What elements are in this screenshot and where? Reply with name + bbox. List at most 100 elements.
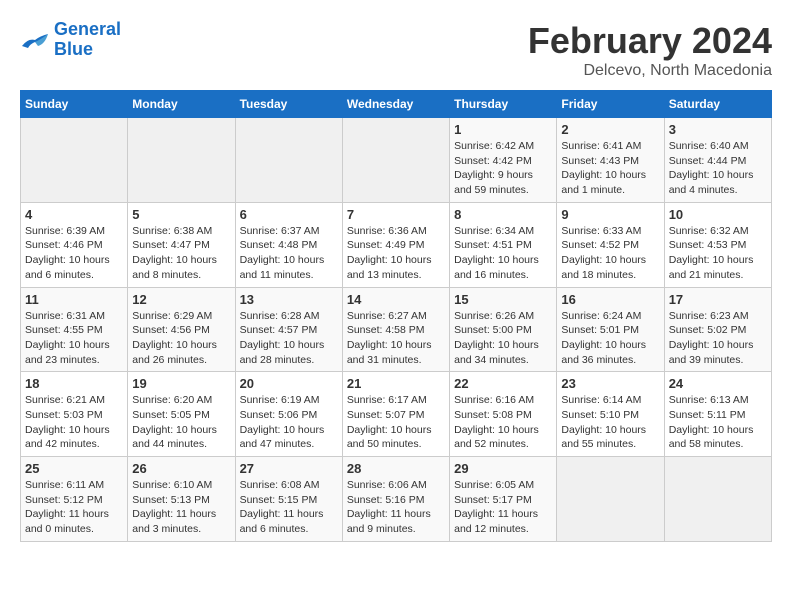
calendar-cell: 28 Sunrise: 6:06 AMSunset: 5:16 PMDayligh… bbox=[342, 457, 449, 542]
location-title: Delcevo, North Macedonia bbox=[528, 62, 772, 80]
calendar-cell: 16 Sunrise: 6:24 AMSunset: 5:01 PMDayligh… bbox=[557, 287, 664, 372]
calendar-cell: 10 Sunrise: 6:32 AMSunset: 4:53 PMDayligh… bbox=[664, 202, 771, 287]
weekday-header: Thursday bbox=[450, 91, 557, 118]
calendar-cell: 8Sunrise: 6:34 AMSunset: 4:51 PMDaylight… bbox=[450, 202, 557, 287]
calendar-cell bbox=[235, 118, 342, 203]
calendar-cell: 29Sunrise: 6:05 AMSunset: 5:17 PMDayligh… bbox=[450, 457, 557, 542]
day-number: 26 bbox=[132, 461, 230, 476]
day-number: 8 bbox=[454, 207, 552, 222]
day-info: Sunrise: 6:36 AMSunset: 4:49 PMDaylight:… bbox=[347, 224, 445, 283]
day-info: Sunrise: 6:20 AMSunset: 5:05 PMDaylight:… bbox=[132, 393, 230, 452]
day-info: Sunrise: 6:13 AMSunset: 5:11 PMDaylight:… bbox=[669, 393, 767, 452]
calendar-cell: 2 Sunrise: 6:41 AMSunset: 4:43 PMDaylight… bbox=[557, 118, 664, 203]
day-info: Sunrise: 6:42 AMSunset: 4:42 PMDaylight:… bbox=[454, 139, 552, 198]
day-info: Sunrise: 6:23 AMSunset: 5:02 PMDaylight:… bbox=[669, 309, 767, 368]
logo-general: General bbox=[54, 19, 121, 39]
day-number: 21 bbox=[347, 376, 445, 391]
day-number: 25 bbox=[25, 461, 123, 476]
calendar-cell: 25 Sunrise: 6:11 AMSunset: 5:12 PMDayligh… bbox=[21, 457, 128, 542]
calendar-cell: 15 Sunrise: 6:26 AMSunset: 5:00 PMDayligh… bbox=[450, 287, 557, 372]
day-number: 11 bbox=[25, 292, 123, 307]
calendar-week-row: 1 Sunrise: 6:42 AMSunset: 4:42 PMDaylight… bbox=[21, 118, 772, 203]
day-number: 3 bbox=[669, 122, 767, 137]
calendar-cell: 13Sunrise: 6:28 AMSunset: 4:57 PMDayligh… bbox=[235, 287, 342, 372]
day-info: Sunrise: 6:14 AMSunset: 5:10 PMDaylight:… bbox=[561, 393, 659, 452]
month-title: February 2024 bbox=[528, 20, 772, 62]
day-number: 16 bbox=[561, 292, 659, 307]
calendar-cell: 7 Sunrise: 6:36 AMSunset: 4:49 PMDaylight… bbox=[342, 202, 449, 287]
title-area: February 2024 Delcevo, North Macedonia bbox=[528, 20, 772, 80]
day-info: Sunrise: 6:26 AMSunset: 5:00 PMDaylight:… bbox=[454, 309, 552, 368]
day-info: Sunrise: 6:27 AMSunset: 4:58 PMDaylight:… bbox=[347, 309, 445, 368]
calendar-cell: 1 Sunrise: 6:42 AMSunset: 4:42 PMDaylight… bbox=[450, 118, 557, 203]
day-info: Sunrise: 6:29 AMSunset: 4:56 PMDaylight:… bbox=[132, 309, 230, 368]
calendar-cell bbox=[21, 118, 128, 203]
day-info: Sunrise: 6:39 AMSunset: 4:46 PMDaylight:… bbox=[25, 224, 123, 283]
day-number: 4 bbox=[25, 207, 123, 222]
calendar-cell bbox=[342, 118, 449, 203]
day-number: 27 bbox=[240, 461, 338, 476]
day-info: Sunrise: 6:16 AMSunset: 5:08 PMDaylight:… bbox=[454, 393, 552, 452]
day-number: 15 bbox=[454, 292, 552, 307]
calendar-cell: 3 Sunrise: 6:40 AMSunset: 4:44 PMDaylight… bbox=[664, 118, 771, 203]
day-info: Sunrise: 6:11 AMSunset: 5:12 PMDaylight:… bbox=[25, 478, 123, 537]
day-info: Sunrise: 6:05 AMSunset: 5:17 PMDaylight:… bbox=[454, 478, 552, 537]
day-info: Sunrise: 6:32 AMSunset: 4:53 PMDaylight:… bbox=[669, 224, 767, 283]
calendar-week-row: 11 Sunrise: 6:31 AMSunset: 4:55 PMDayligh… bbox=[21, 287, 772, 372]
day-number: 6 bbox=[240, 207, 338, 222]
weekday-header: Friday bbox=[557, 91, 664, 118]
calendar-cell: 6 Sunrise: 6:37 AMSunset: 4:48 PMDaylight… bbox=[235, 202, 342, 287]
day-number: 17 bbox=[669, 292, 767, 307]
calendar-cell: 18Sunrise: 6:21 AMSunset: 5:03 PMDayligh… bbox=[21, 372, 128, 457]
day-number: 12 bbox=[132, 292, 230, 307]
day-info: Sunrise: 6:17 AMSunset: 5:07 PMDaylight:… bbox=[347, 393, 445, 452]
calendar-cell: 17 Sunrise: 6:23 AMSunset: 5:02 PMDayligh… bbox=[664, 287, 771, 372]
weekday-header-row: SundayMondayTuesdayWednesdayThursdayFrid… bbox=[21, 91, 772, 118]
calendar-cell: 14 Sunrise: 6:27 AMSunset: 4:58 PMDayligh… bbox=[342, 287, 449, 372]
day-number: 28 bbox=[347, 461, 445, 476]
calendar-cell: 26Sunrise: 6:10 AMSunset: 5:13 PMDayligh… bbox=[128, 457, 235, 542]
day-info: Sunrise: 6:19 AMSunset: 5:06 PMDaylight:… bbox=[240, 393, 338, 452]
weekday-header: Tuesday bbox=[235, 91, 342, 118]
calendar-cell: 12 Sunrise: 6:29 AMSunset: 4:56 PMDayligh… bbox=[128, 287, 235, 372]
day-info: Sunrise: 6:41 AMSunset: 4:43 PMDaylight:… bbox=[561, 139, 659, 198]
day-number: 5 bbox=[132, 207, 230, 222]
calendar-table: SundayMondayTuesdayWednesdayThursdayFrid… bbox=[20, 90, 772, 542]
calendar-cell: 27 Sunrise: 6:08 AMSunset: 5:15 PMDayligh… bbox=[235, 457, 342, 542]
calendar-cell: 20 Sunrise: 6:19 AMSunset: 5:06 PMDayligh… bbox=[235, 372, 342, 457]
day-info: Sunrise: 6:21 AMSunset: 5:03 PMDaylight:… bbox=[25, 393, 123, 452]
day-info: Sunrise: 6:06 AMSunset: 5:16 PMDaylight:… bbox=[347, 478, 445, 537]
calendar-cell bbox=[128, 118, 235, 203]
weekday-header: Monday bbox=[128, 91, 235, 118]
calendar-body: 1 Sunrise: 6:42 AMSunset: 4:42 PMDaylight… bbox=[21, 118, 772, 542]
day-number: 10 bbox=[669, 207, 767, 222]
day-info: Sunrise: 6:37 AMSunset: 4:48 PMDaylight:… bbox=[240, 224, 338, 283]
logo-text: General Blue bbox=[54, 20, 121, 60]
day-number: 23 bbox=[561, 376, 659, 391]
calendar-cell: 24 Sunrise: 6:13 AMSunset: 5:11 PMDayligh… bbox=[664, 372, 771, 457]
day-number: 7 bbox=[347, 207, 445, 222]
calendar-week-row: 4 Sunrise: 6:39 AMSunset: 4:46 PMDaylight… bbox=[21, 202, 772, 287]
day-number: 20 bbox=[240, 376, 338, 391]
weekday-header: Sunday bbox=[21, 91, 128, 118]
day-number: 2 bbox=[561, 122, 659, 137]
day-info: Sunrise: 6:08 AMSunset: 5:15 PMDaylight:… bbox=[240, 478, 338, 537]
day-info: Sunrise: 6:38 AMSunset: 4:47 PMDaylight:… bbox=[132, 224, 230, 283]
calendar-cell: 4 Sunrise: 6:39 AMSunset: 4:46 PMDaylight… bbox=[21, 202, 128, 287]
day-info: Sunrise: 6:33 AMSunset: 4:52 PMDaylight:… bbox=[561, 224, 659, 283]
calendar-cell: 22Sunrise: 6:16 AMSunset: 5:08 PMDayligh… bbox=[450, 372, 557, 457]
bird-icon bbox=[20, 28, 50, 52]
day-info: Sunrise: 6:28 AMSunset: 4:57 PMDaylight:… bbox=[240, 309, 338, 368]
day-number: 14 bbox=[347, 292, 445, 307]
weekday-header: Wednesday bbox=[342, 91, 449, 118]
day-number: 1 bbox=[454, 122, 552, 137]
calendar-week-row: 18Sunrise: 6:21 AMSunset: 5:03 PMDayligh… bbox=[21, 372, 772, 457]
day-number: 24 bbox=[669, 376, 767, 391]
day-info: Sunrise: 6:31 AMSunset: 4:55 PMDaylight:… bbox=[25, 309, 123, 368]
day-info: Sunrise: 6:24 AMSunset: 5:01 PMDaylight:… bbox=[561, 309, 659, 368]
calendar-cell: 21 Sunrise: 6:17 AMSunset: 5:07 PMDayligh… bbox=[342, 372, 449, 457]
calendar-cell: 9Sunrise: 6:33 AMSunset: 4:52 PMDaylight… bbox=[557, 202, 664, 287]
logo-blue: Blue bbox=[54, 39, 93, 59]
day-info: Sunrise: 6:40 AMSunset: 4:44 PMDaylight:… bbox=[669, 139, 767, 198]
calendar-cell bbox=[664, 457, 771, 542]
